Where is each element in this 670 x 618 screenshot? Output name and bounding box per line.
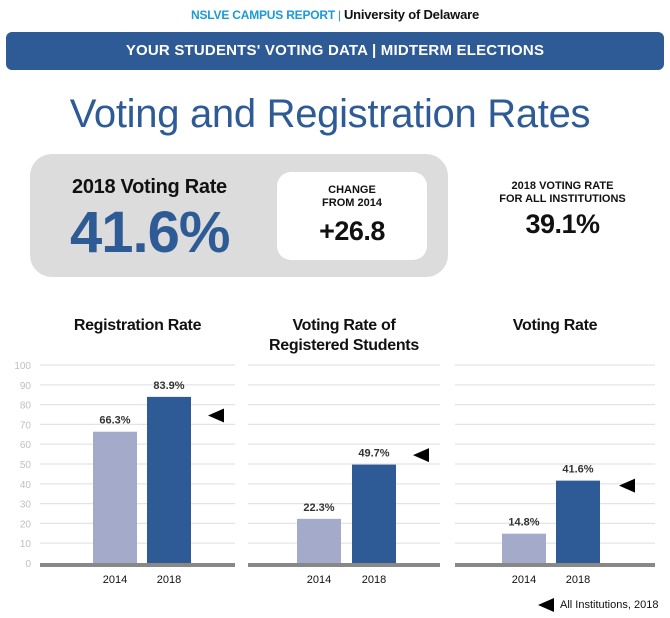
- bar-2018: [352, 464, 396, 563]
- legend: All Institutions, 2018: [538, 598, 658, 612]
- bar-2014: [502, 533, 546, 563]
- bar-2014: [93, 431, 137, 563]
- bar-2018: [556, 480, 600, 563]
- x-tick-label: 2014: [307, 574, 331, 586]
- all-institutions-marker: [619, 478, 635, 493]
- data-label: 14.8%: [508, 517, 539, 529]
- y-tick-label: 70: [20, 420, 32, 431]
- triangle-marker-icon: [538, 598, 554, 612]
- y-tick-label: 10: [20, 539, 32, 550]
- legend-label: All Institutions, 2018: [560, 599, 659, 611]
- data-label: 41.6%: [562, 464, 593, 476]
- x-tick-label: 2018: [362, 574, 386, 586]
- y-tick-label: 50: [20, 460, 32, 471]
- data-label: 66.3%: [99, 415, 130, 427]
- bar-2018: [147, 396, 191, 563]
- y-tick-label: 40: [20, 480, 32, 491]
- y-tick-label: 60: [20, 440, 32, 451]
- baseline: [248, 563, 440, 567]
- baseline: [40, 563, 235, 567]
- bar-2014: [297, 518, 341, 563]
- data-label: 83.9%: [153, 380, 184, 392]
- x-tick-label: 2018: [157, 574, 181, 586]
- y-tick-label: 100: [14, 361, 31, 372]
- x-tick-label: 2014: [103, 574, 127, 586]
- data-label: 22.3%: [303, 502, 334, 514]
- y-tick-label: 30: [20, 500, 32, 511]
- bar-charts: 0 10 20 30 40 50 60 70 80 90 100 66.3% 2014 83.9% 2018…: [14, 361, 655, 586]
- all-institutions-marker: [413, 448, 429, 463]
- y-tick-label: 20: [20, 519, 32, 530]
- all-institutions-marker: [208, 408, 224, 423]
- baseline: [455, 563, 655, 567]
- y-tick-label: 90: [20, 381, 32, 392]
- y-tick-label: 80: [20, 401, 32, 412]
- data-label: 49.7%: [358, 448, 389, 460]
- x-tick-label: 2018: [566, 574, 590, 586]
- y-tick-label: 0: [25, 559, 31, 570]
- x-tick-label: 2014: [512, 574, 536, 586]
